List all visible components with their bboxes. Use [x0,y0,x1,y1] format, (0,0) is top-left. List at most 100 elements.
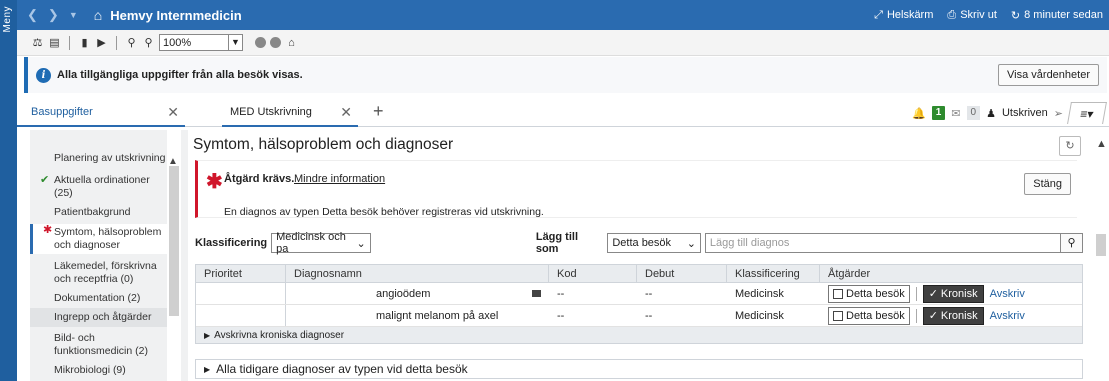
sidebar-item-symtom[interactable]: ✱ Symtom, hälsoproblem och diagnoser [30,224,168,254]
classification-cell: Medicinsk [735,309,784,322]
binoculars-icon[interactable]: ⚖ [31,37,44,49]
refresh-button[interactable]: ↻ 8 minuter sedan [1011,9,1103,22]
sidebar-item-lakemedel[interactable]: Läkemedel, förskrivna och receptfria (0) [30,260,168,286]
chronic-button[interactable]: ✓ Kronisk [922,306,984,325]
dropdown-icon[interactable]: ▼ [69,10,78,20]
tab-basuppgifter[interactable]: Basuppgifter ✕ [17,99,185,127]
sidebar-item-dokumentation[interactable]: Dokumentation (2) [30,292,168,305]
updated-label: 8 minuter sedan [1024,9,1103,21]
scroll-thumb[interactable] [1096,234,1106,256]
this-visit-button[interactable]: Detta besök [828,284,910,303]
menu-label: Meny [2,6,13,33]
classification-label: Klassificering [195,237,268,249]
actions-cell: Detta besök ✓ Kronisk Avskriv [820,305,1082,326]
tab-basuppgifter-label: Basuppgifter [31,106,93,118]
removed-chronic-toggle[interactable]: ▶ Avskrivna kroniska diagnoser [196,327,1082,343]
add-as-label: Lägg till som [535,231,579,255]
mail-icon[interactable]: ✉ [951,107,960,120]
col-header[interactable]: Klassificering [727,265,820,282]
print-button[interactable]: ⎙ Skriv ut [947,9,997,22]
section-refresh-button[interactable]: ↻ [1059,136,1081,156]
sidebar: ▼ Planering av utskrivning ✔ Aktuella or… [30,130,188,381]
search-icon[interactable]: ⚲ [1061,233,1084,253]
tag-icon[interactable]: ➢ [1054,107,1063,120]
add-tab-icon[interactable]: + [373,101,384,122]
sidebar-item-bild[interactable]: Bild- och funktionsmedicin (2) [30,332,168,358]
col-header[interactable]: Diagnosnamn [286,265,549,282]
check-icon: ✓ [928,288,938,300]
zoom-dropdown-icon[interactable]: ▼ [229,34,243,51]
previous-diagnoses-label: Alla tidigare diagnoser av typen vid det… [216,362,468,376]
show-care-units-button[interactable]: Visa vårdenheter [998,64,1099,86]
required-star-icon: ✱ [43,224,53,236]
forward-icon[interactable]: ❯ [48,7,59,23]
close-icon[interactable]: ✕ [167,104,179,121]
close-icon[interactable]: ✕ [340,104,352,121]
priority-cell [196,305,286,326]
diagnosis-name-cell: angioödem [286,283,549,304]
info-icon: i [36,67,51,83]
table-row[interactable]: malignt melanom på axel -- -- Medicinsk … [196,305,1082,327]
table-row[interactable]: angioödem -- -- Medicinsk Detta besök ✓ … [196,283,1082,305]
col-header[interactable]: Prioritet [196,265,286,282]
menu-strip[interactable]: Meny [0,0,17,381]
menu-icon[interactable]: ≡▾ [1067,102,1107,124]
caret-right-icon: ▶ [204,364,211,374]
sidebar-item-label: Dokumentation (2) [54,292,141,304]
check-icon: ✓ [928,310,938,322]
sidebar-item-label: Planering av utskrivning [54,152,166,164]
sidebar-item-ordinationer[interactable]: ✔ Aktuella ordinationer (25) [30,174,168,200]
diagnosis-name: angioödem [376,287,431,300]
priority-cell [196,283,286,304]
code-cell: -- [557,309,565,322]
tab-med-utskrivning[interactable]: MED Utskrivning ✕ [222,99,358,127]
zoom-out-icon[interactable]: ⚲ [142,37,155,49]
toolbar-divider [116,35,117,50]
previous-diagnoses-toggle[interactable]: ▶ Alla tidigare diagnoser av typen vid d… [195,359,1083,379]
sidebar-scrollbar[interactable]: ▲ [167,130,181,381]
notification-badge[interactable]: 1 [931,106,946,120]
back-icon[interactable]: ❮ [27,7,38,23]
close-alert-button[interactable]: Stäng [1024,173,1071,195]
diagnosis-name: malignt melanom på axel [376,309,499,322]
bell-icon[interactable]: 🔔 [912,107,926,120]
fullscreen-button[interactable]: ⤢ Helskärm [874,9,933,22]
col-header[interactable]: Debut [637,265,727,282]
filter-row: Klassificering Medicinsk och pa ⌄ Lägg t… [195,230,1084,256]
next-page-icon[interactable]: ▶ [95,37,108,49]
document-icon[interactable]: ▤ [48,37,61,49]
fullscreen-label: Helskärm [886,9,934,21]
sidebar-item-ingrepp[interactable]: Ingrepp och åtgärder [30,308,168,327]
removed-chronic-label: Avskrivna kroniska diagnoser [214,329,345,341]
sidebar-item-mikrobiologi[interactable]: Mikrobiologi (9) [30,364,168,377]
circle-icon[interactable] [255,37,266,48]
diagnosis-search-input[interactable]: Lägg till diagnos [704,233,1062,253]
home-small-icon[interactable]: ⌂ [285,37,298,49]
checkbox-icon [833,310,843,321]
zoom-in-icon[interactable]: ⚲ [125,37,138,49]
remove-link[interactable]: Avskriv [990,288,1025,300]
less-info-link[interactable]: Mindre information [294,173,385,185]
check-icon: ✔ [40,174,50,186]
this-visit-button[interactable]: Detta besök [828,306,910,325]
col-header[interactable]: Kod [549,265,637,282]
add-as-select[interactable]: Detta besök ⌄ [607,233,701,253]
sidebar-item-label: Symtom, hälsoproblem och diagnoser [54,226,162,251]
comment-icon[interactable] [532,290,541,297]
main-scrollbar[interactable]: ▲ [1093,130,1109,381]
alert-heading: Åtgärd krävs. [224,173,295,185]
this-visit-label: Detta besök [846,287,905,300]
scroll-up-icon[interactable]: ▲ [1096,138,1107,150]
sidebar-item-patientbakgrund[interactable]: Patientbakgrund [30,206,168,219]
sidebar-item-planering[interactable]: Planering av utskrivning [30,152,168,165]
scroll-thumb[interactable] [169,166,179,316]
zoom-input[interactable]: 100% [159,34,229,51]
chronic-button[interactable]: ✓ Kronisk [922,284,984,303]
chevron-down-icon: ⌄ [356,237,366,250]
classification-select[interactable]: Medicinsk och pa ⌄ [271,231,371,255]
first-page-icon[interactable]: ▮ [78,37,91,49]
remove-link[interactable]: Avskriv [990,310,1025,322]
home-icon[interactable]: ⌂ [94,7,102,23]
main-content: Symtom, hälsoproblem och diagnoser ↻ ▲ ✱… [189,130,1109,381]
circle-icon[interactable] [270,37,281,48]
